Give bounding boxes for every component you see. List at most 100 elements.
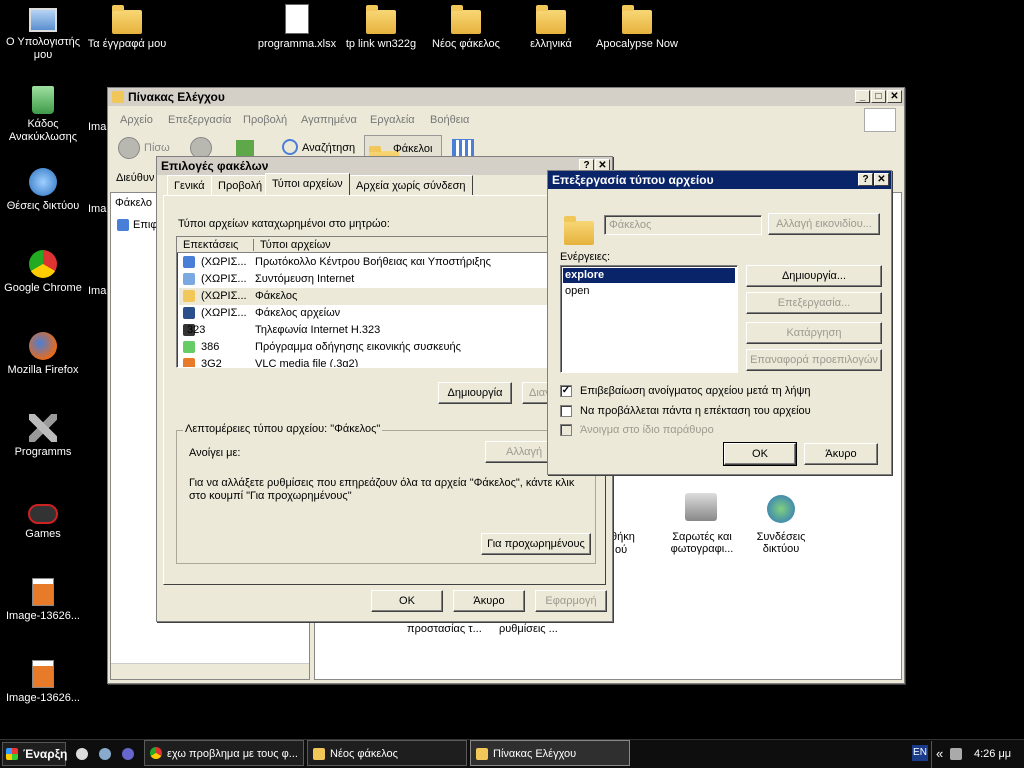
- network-icon: [29, 168, 57, 196]
- clock[interactable]: 4:26 μμ: [974, 748, 1011, 760]
- apply-button[interactable]: Εφαρμογή: [535, 590, 607, 612]
- quicklaunch-icon[interactable]: [99, 748, 111, 760]
- desktop-icon-network-places[interactable]: Θέσεις δικτύου: [0, 168, 86, 213]
- control-item-partial[interactable]: θήκη: [611, 531, 635, 543]
- opens-with-label: Ανοίγει με:: [189, 447, 241, 459]
- back-arrow-icon[interactable]: [118, 137, 140, 159]
- desktop-icon-chrome[interactable]: Google Chrome: [0, 250, 86, 295]
- registered-types-label: Τύποι αρχείων καταχωρημένοι στο μητρώο:: [178, 218, 390, 230]
- edit-action-button[interactable]: Επεξεργασία...: [746, 292, 882, 314]
- search-button[interactable]: Αναζήτηση: [302, 142, 355, 154]
- up-folder-icon[interactable]: [236, 140, 254, 156]
- tab-file-types[interactable]: Τύποι αρχείων: [265, 173, 350, 195]
- desktop-icon-image-2[interactable]: Image-13626...: [0, 660, 86, 705]
- type-name-field[interactable]: Φάκελος: [604, 215, 762, 235]
- desktop-icon-my-computer[interactable]: Ο Υπολογιστής μου: [0, 4, 86, 62]
- maximize-button[interactable]: □: [871, 90, 886, 103]
- control-item-scanners[interactable]: Σαρωτές και φωτογραφι...: [667, 531, 737, 555]
- table-row[interactable]: 323 Τηλεφωνία Internet H.323: [179, 322, 559, 339]
- menu-tools[interactable]: Εργαλεία: [370, 114, 415, 126]
- actions-list[interactable]: explore open: [560, 265, 738, 373]
- table-row[interactable]: 386 Πρόγραμμα οδήγησης εικονικής συσκευής: [179, 339, 559, 356]
- change-icon-button[interactable]: Αλλαγή εικονιδίου...: [768, 213, 880, 235]
- chrome-icon: [150, 747, 162, 759]
- views-icon[interactable]: [452, 139, 474, 157]
- edit-file-type-dialog: Επεξεργασία τύπου αρχείου ? ✕ Φάκελος Αλ…: [547, 170, 892, 475]
- advanced-button[interactable]: Για προχωρημένους: [481, 533, 591, 555]
- table-row[interactable]: (ΧΩΡΙΣ... Συντόμευση Internet: [179, 271, 559, 288]
- quicklaunch-icon[interactable]: [122, 748, 134, 760]
- column-extensions[interactable]: Επεκτάσεις: [183, 239, 238, 251]
- taskbar-item-chrome[interactable]: εχω προβλημα με τους φ...: [144, 740, 304, 766]
- horizontal-scrollbar[interactable]: [111, 663, 309, 679]
- new-action-button[interactable]: Δημιουργία...: [746, 265, 882, 287]
- help-button[interactable]: ?: [858, 173, 873, 186]
- table-row[interactable]: (ΧΩΡΙΣ... Φάκελος αρχείων: [179, 305, 559, 322]
- ok-button[interactable]: OK: [371, 590, 443, 612]
- desktop-icon-image-1[interactable]: Image-13626...: [0, 578, 86, 623]
- menu-favorites[interactable]: Αγαπημένα: [301, 114, 357, 126]
- back-button[interactable]: Πίσω: [144, 142, 170, 154]
- taskbar-item-control-panel[interactable]: Πίνακας Ελέγχου: [470, 740, 630, 766]
- desktop-partial-label: Ima: [88, 203, 107, 215]
- details-group-title: Λεπτομέρειες τύπου αρχείου: "Φάκελος": [183, 423, 383, 435]
- address-label: Διεύθυν: [116, 172, 155, 184]
- desktop-icon-programms[interactable]: Programms: [0, 414, 86, 459]
- close-button[interactable]: ✕: [887, 90, 902, 103]
- desktop-icon: [117, 219, 129, 231]
- create-type-button[interactable]: Δημιουργία: [438, 382, 512, 404]
- restore-defaults-button[interactable]: Επαναφορά προεπιλογών: [746, 349, 882, 371]
- language-indicator[interactable]: EN: [912, 745, 928, 761]
- control-item-partial[interactable]: ού: [615, 544, 627, 556]
- media-player-icon[interactable]: [76, 748, 88, 760]
- excel-file-icon: [285, 4, 309, 34]
- action-item-selected[interactable]: explore: [563, 268, 735, 283]
- desktop-icon-greek-folder[interactable]: ελληνικά: [508, 4, 594, 51]
- table-row[interactable]: 3G2 VLC media file (.3g2): [179, 356, 559, 367]
- speaker-icon[interactable]: [950, 748, 962, 760]
- column-file-types[interactable]: Τύποι αρχείων: [253, 239, 331, 251]
- folder-icon: [313, 748, 325, 760]
- close-button[interactable]: ✕: [874, 173, 889, 186]
- menu-view[interactable]: Προβολή: [243, 114, 287, 126]
- tree-item-desktop[interactable]: Επιφ: [133, 219, 158, 231]
- confirm-open-checkbox[interactable]: ✓: [560, 385, 572, 397]
- menu-help[interactable]: Βοήθεια: [430, 114, 469, 126]
- desktop-icon-recycle-bin[interactable]: Κάδος Ανακύκλωσης: [0, 86, 86, 144]
- remove-action-button[interactable]: Κατάργηση: [746, 322, 882, 344]
- file-types-list[interactable]: Επεκτάσεις Τύποι αρχείων (ΧΩΡΙΣ... Πρωτόκ…: [176, 236, 596, 368]
- folder-icon: [451, 5, 481, 34]
- actions-label: Ενέργειες:: [560, 251, 611, 263]
- menu-file[interactable]: Αρχείο: [120, 114, 153, 126]
- desktop-icon-new-folder[interactable]: Νέος φάκελος: [423, 4, 509, 51]
- tab-offline-files[interactable]: Αρχεία χωρίς σύνδεση: [349, 175, 473, 195]
- recycle-bin-icon: [32, 86, 54, 114]
- cancel-button[interactable]: Άκυρο: [804, 443, 878, 465]
- desktop-icon-firefox[interactable]: Mozilla Firefox: [0, 332, 86, 377]
- desktop-icon-my-documents[interactable]: Τα έγγραφά μου: [84, 4, 170, 51]
- always-show-extension-checkbox[interactable]: [560, 405, 572, 417]
- desktop-icon-excel-file[interactable]: programma.xlsx: [254, 4, 340, 51]
- desktop-icon-apocalypse-folder[interactable]: Apocalypse Now: [594, 4, 680, 51]
- control-item-network-connections[interactable]: Συνδέσεις δικτύου: [753, 531, 809, 555]
- tab-general[interactable]: Γενικά: [167, 175, 212, 195]
- table-row-selected[interactable]: (ΧΩΡΙΣ... Φάκελος: [179, 288, 559, 305]
- ok-button[interactable]: OK: [723, 442, 797, 466]
- menu-edit[interactable]: Επεξεργασία: [168, 114, 231, 126]
- tab-view[interactable]: Προβολή: [211, 175, 270, 195]
- tray-chevron[interactable]: «: [936, 746, 943, 761]
- control-item-partial[interactable]: προστασίας τ...: [407, 623, 482, 635]
- control-item-partial[interactable]: ρυθμίσεις ...: [499, 623, 558, 635]
- desktop-icon-tplink-folder[interactable]: tp link wn322g: [338, 4, 424, 51]
- search-icon: [282, 139, 298, 155]
- folder-icon: [564, 216, 594, 245]
- minimize-button[interactable]: _: [855, 90, 870, 103]
- same-window-checkbox[interactable]: [560, 424, 572, 436]
- taskbar-item-new-folder[interactable]: Νέος φάκελος: [307, 740, 467, 766]
- cancel-button[interactable]: Άκυρο: [453, 590, 525, 612]
- table-row[interactable]: (ΧΩΡΙΣ... Πρωτόκολλο Κέντρου Βοήθειας και…: [179, 254, 559, 271]
- start-button[interactable]: Έναρξη: [2, 742, 67, 766]
- desktop-icon-games[interactable]: Games: [0, 496, 86, 541]
- folders-pane-title: Φάκελο: [115, 197, 152, 209]
- action-item[interactable]: open: [563, 284, 735, 299]
